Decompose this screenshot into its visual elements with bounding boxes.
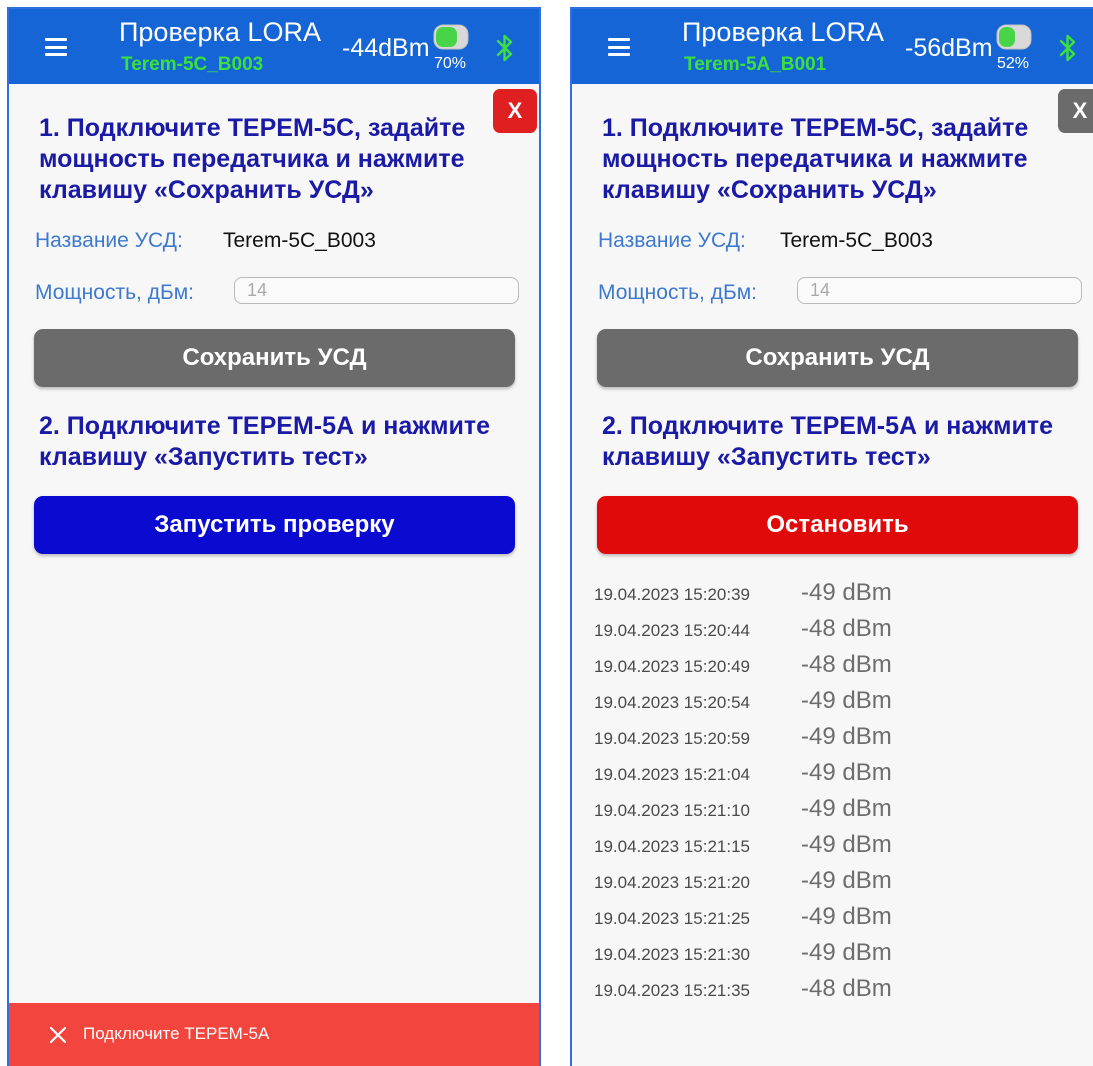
snackbar: Подключите ТЕРЕМ-5А	[9, 1003, 539, 1066]
power-input[interactable]	[234, 277, 519, 304]
device-name-value: Terem-5C_B003	[780, 229, 933, 252]
log-rssi-value: -49 dBm	[801, 831, 892, 858]
log-timestamp: 19.04.2023 15:21:30	[594, 945, 750, 964]
log-rssi-value: -49 dBm	[801, 939, 892, 966]
stop-test-button[interactable]: Остановить	[597, 496, 1078, 554]
log-rssi-value: -49 dBm	[801, 903, 892, 930]
list-item: 19.04.2023 15:21:35 -48 dBm	[594, 975, 1074, 1011]
step2-instructions: 2. Подключите ТЕРЕМ-5А и нажмите клавишу…	[602, 412, 1054, 471]
log-timestamp: 19.04.2023 15:20:39	[594, 585, 750, 604]
list-item: 19.04.2023 15:21:04 -49 dBm	[594, 759, 1074, 795]
device-name-value: Terem-5C_B003	[223, 229, 376, 252]
rssi-value: -44dBm	[342, 34, 430, 62]
list-item: 19.04.2023 15:20:44 -48 dBm	[594, 615, 1074, 651]
app-bar: Проверка LORA Terem-5C_B003 -44dBm 70%	[9, 9, 539, 84]
log-timestamp: 19.04.2023 15:21:04	[594, 765, 750, 784]
log-rssi-value: -49 dBm	[801, 579, 892, 606]
list-item: 19.04.2023 15:20:39 -49 dBm	[594, 579, 1074, 615]
list-item: 19.04.2023 15:20:49 -48 dBm	[594, 651, 1074, 687]
power-label: Мощность, дБм:	[35, 281, 194, 304]
device-name-label: Название УСД:	[35, 229, 183, 252]
list-item: 19.04.2023 15:21:25 -49 dBm	[594, 903, 1074, 939]
device-name-label: Название УСД:	[598, 229, 746, 252]
app-bar: Проверка LORA Terem-5A_B001 -56dBm 52%	[572, 9, 1093, 84]
log-timestamp: 19.04.2023 15:21:20	[594, 873, 750, 892]
start-test-button[interactable]: Запустить проверку	[34, 496, 515, 554]
list-item: 19.04.2023 15:21:15 -49 dBm	[594, 831, 1074, 867]
log-timestamp: 19.04.2023 15:21:25	[594, 909, 750, 928]
battery-icon	[996, 24, 1034, 50]
log-rssi-value: -48 dBm	[801, 975, 892, 1002]
log-rssi-value: -49 dBm	[801, 867, 892, 894]
list-item: 19.04.2023 15:21:20 -49 dBm	[594, 867, 1074, 903]
list-item: 19.04.2023 15:20:59 -49 dBm	[594, 723, 1074, 759]
log-rssi-value: -49 dBm	[801, 723, 892, 750]
power-input[interactable]	[797, 277, 1082, 304]
log-timestamp: 19.04.2023 15:20:49	[594, 657, 750, 676]
device-name-subtitle: Terem-5A_B001	[684, 54, 827, 75]
power-label: Мощность, дБм:	[598, 281, 757, 304]
battery-icon	[433, 24, 471, 50]
bluetooth-icon[interactable]	[1059, 33, 1077, 63]
list-item: 19.04.2023 15:21:30 -49 dBm	[594, 939, 1074, 975]
app-title: Проверка LORA	[119, 17, 321, 47]
snackbar-message: Подключите ТЕРЕМ-5А	[83, 1024, 270, 1043]
rssi-value: -56dBm	[905, 34, 993, 62]
list-item: 19.04.2023 15:21:10 -49 dBm	[594, 795, 1074, 831]
log-timestamp: 19.04.2023 15:21:35	[594, 981, 750, 1000]
save-device-button[interactable]: Сохранить УСД	[34, 329, 515, 387]
phone-screen-left: Проверка LORA Terem-5C_B003 -44dBm 70% X…	[7, 7, 541, 1066]
close-icon[interactable]	[49, 1026, 67, 1044]
hamburger-menu-icon[interactable]	[45, 38, 67, 56]
log-timestamp: 19.04.2023 15:20:54	[594, 693, 750, 712]
list-item: 19.04.2023 15:20:54 -49 dBm	[594, 687, 1074, 723]
phone-screen-right: Проверка LORA Terem-5A_B001 -56dBm 52% X…	[570, 7, 1093, 1066]
rssi-log-list: 19.04.2023 15:20:39 -49 dBm 19.04.2023 15:…	[594, 579, 1074, 1011]
battery-percent: 52%	[997, 55, 1030, 72]
battery-percent: 70%	[434, 55, 467, 72]
log-timestamp: 19.04.2023 15:21:15	[594, 837, 750, 856]
log-rssi-value: -49 dBm	[801, 795, 892, 822]
log-rssi-value: -49 dBm	[801, 687, 892, 714]
app-title: Проверка LORA	[682, 17, 884, 47]
step2-instructions: 2. Подключите ТЕРЕМ-5А и нажмите клавишу…	[39, 412, 491, 471]
step1-instructions: 1. Подключите ТЕРЕМ-5С, задайте мощность…	[602, 114, 1029, 204]
log-timestamp: 19.04.2023 15:20:59	[594, 729, 750, 748]
hamburger-menu-icon[interactable]	[608, 38, 630, 56]
log-rssi-value: -48 dBm	[801, 651, 892, 678]
bluetooth-icon[interactable]	[496, 33, 514, 63]
save-device-button[interactable]: Сохранить УСД	[597, 329, 1078, 387]
log-timestamp: 19.04.2023 15:21:10	[594, 801, 750, 820]
device-name-subtitle: Terem-5C_B003	[121, 54, 264, 75]
step1-instructions: 1. Подключите ТЕРЕМ-5С, задайте мощность…	[39, 114, 466, 204]
log-timestamp: 19.04.2023 15:20:44	[594, 621, 750, 640]
log-rssi-value: -49 dBm	[801, 759, 892, 786]
log-rssi-value: -48 dBm	[801, 615, 892, 642]
